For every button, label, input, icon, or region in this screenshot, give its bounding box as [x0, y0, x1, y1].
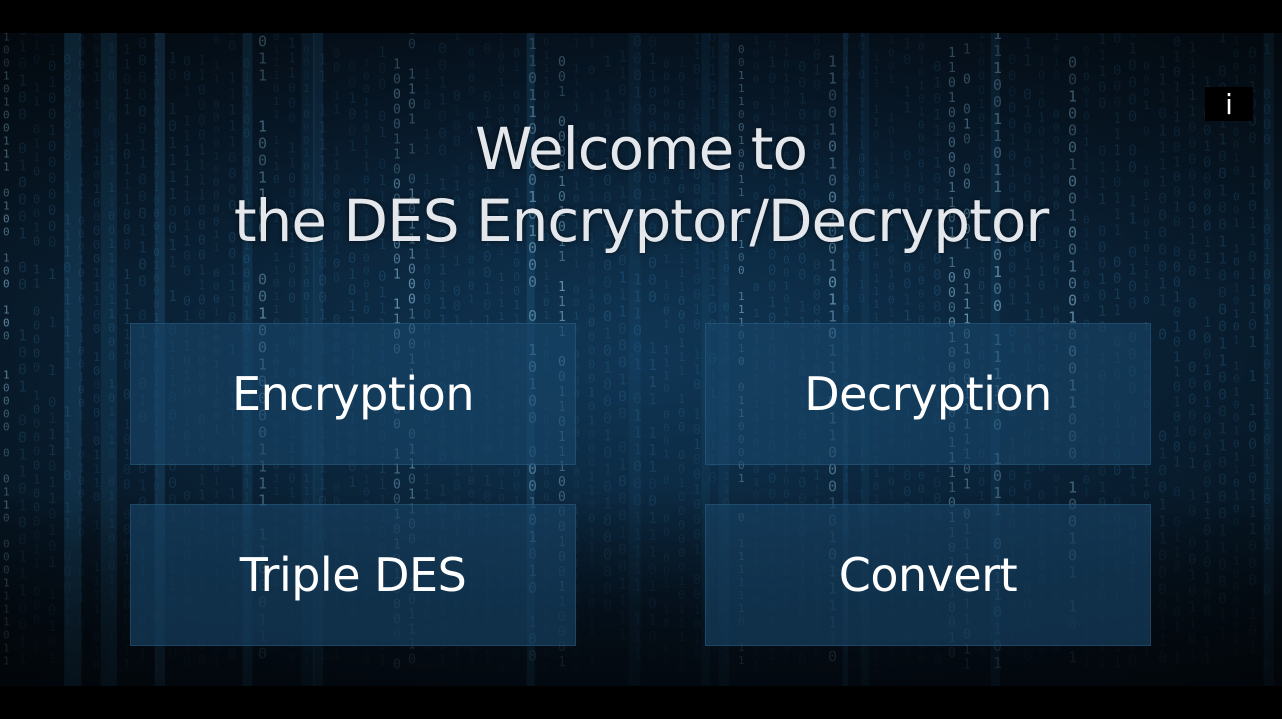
decryption-label: Decryption — [804, 367, 1052, 421]
letterbox-top — [0, 0, 1282, 33]
app-window: 0100101001110100100100100000011000011110… — [0, 0, 1282, 719]
convert-button[interactable]: Convert — [705, 504, 1151, 646]
letterbox-bottom — [0, 686, 1282, 719]
convert-label: Convert — [839, 548, 1018, 602]
main-screen: 0100101001110100100100100000011000011110… — [0, 33, 1282, 686]
triple-des-label: Triple DES — [240, 548, 467, 602]
info-icon: i — [1225, 88, 1233, 121]
encryption-label: Encryption — [232, 367, 474, 421]
info-button[interactable]: i — [1205, 87, 1253, 121]
title-line-1: Welcome to — [0, 113, 1282, 185]
decryption-button[interactable]: Decryption — [705, 323, 1151, 465]
encryption-button[interactable]: Encryption — [130, 323, 576, 465]
triple-des-button[interactable]: Triple DES — [130, 504, 576, 646]
title-line-2: the DES Encryptor/Decryptor — [0, 185, 1282, 257]
page-title: Welcome to the DES Encryptor/Decryptor — [0, 113, 1282, 257]
